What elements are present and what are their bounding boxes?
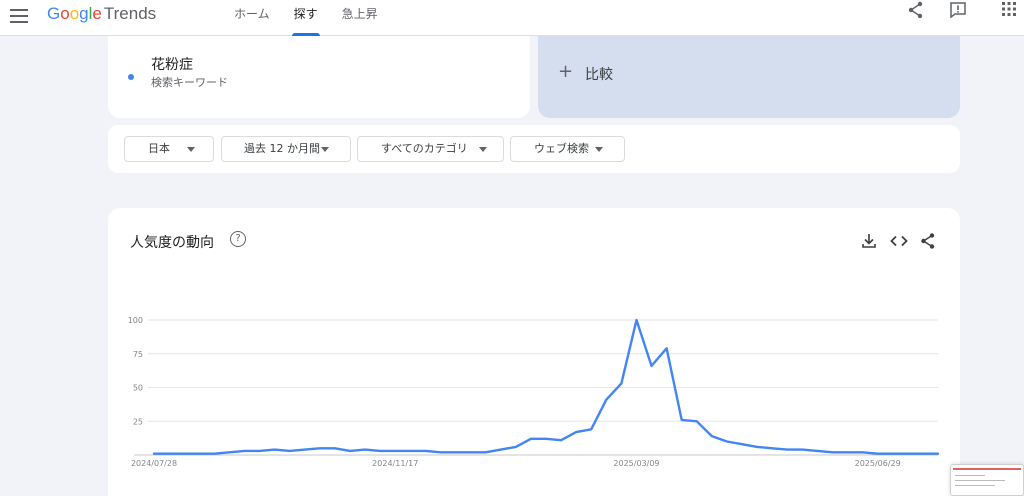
logo-trends: Trends <box>103 4 157 23</box>
tab-home[interactable]: ホーム <box>222 0 282 36</box>
region-filter[interactable]: 日本 <box>124 136 214 162</box>
interest-over-time-card: 人気度の動向 ? 25 50 75 100 2024/07/28 2024/11/17 20… <box>108 208 960 496</box>
tab-explore[interactable]: 探す <box>282 0 330 36</box>
search-term-card[interactable]: 花粉症 検索キーワード <box>108 36 530 118</box>
y-tick-label: 50 <box>133 384 143 393</box>
search-type-filter[interactable]: ウェブ検索 <box>510 136 625 162</box>
x-tick-label: 2025/06/29 <box>855 459 901 468</box>
x-tick-label: 2025/03/09 <box>613 459 659 468</box>
compare-button[interactable]: + 比較 <box>538 36 960 118</box>
y-tick-label: 75 <box>133 350 143 359</box>
logo-google: Google <box>47 4 102 23</box>
y-tick-label: 25 <box>133 417 143 426</box>
interest-line-chart: 25 50 75 100 2024/07/28 2024/11/17 2025/03/09 2… <box>128 316 940 468</box>
chevron-down-icon <box>479 147 487 152</box>
time-range-filter-label: 過去 12 か月間 <box>244 142 320 155</box>
x-tick-label: 2024/07/28 <box>131 459 177 468</box>
feedback-icon[interactable] <box>948 0 968 20</box>
search-type-filter-label: ウェブ検索 <box>534 142 589 155</box>
share-icon[interactable] <box>906 0 926 20</box>
tab-trending[interactable]: 急上昇 <box>330 0 390 36</box>
menu-icon[interactable] <box>10 9 28 23</box>
search-term[interactable]: 花粉症 <box>151 54 193 74</box>
series-line-花粉症 <box>152 318 940 455</box>
apps-grid-icon[interactable] <box>1000 0 1020 20</box>
main-nav: ホーム 探す 急上昇 <box>222 0 390 36</box>
region-filter-label: 日本 <box>148 142 170 155</box>
y-tick-label: 100 <box>128 316 143 325</box>
google-trends-logo[interactable]: Google Trends <box>47 4 156 24</box>
plus-icon: + <box>558 61 574 82</box>
search-term-type: 検索キーワード <box>151 76 228 89</box>
filter-bar: 日本 過去 12 か月間 すべてのカテゴリ ウェブ検索 <box>108 125 960 173</box>
category-filter[interactable]: すべてのカテゴリ <box>357 136 504 162</box>
top-bar: Google Trends ホーム 探す 急上昇 <box>0 0 1024 36</box>
time-range-filter[interactable]: 過去 12 か月間 <box>221 136 351 162</box>
compare-label: 比較 <box>585 67 613 83</box>
category-filter-label: すべてのカテゴリ <box>381 142 468 155</box>
chevron-down-icon <box>595 147 603 152</box>
chevron-down-icon <box>187 147 195 152</box>
screenshot-thumbnail[interactable] <box>950 464 1024 496</box>
chevron-down-icon <box>321 147 329 152</box>
x-tick-label: 2024/11/17 <box>372 459 418 468</box>
term-color-dot <box>128 74 134 80</box>
